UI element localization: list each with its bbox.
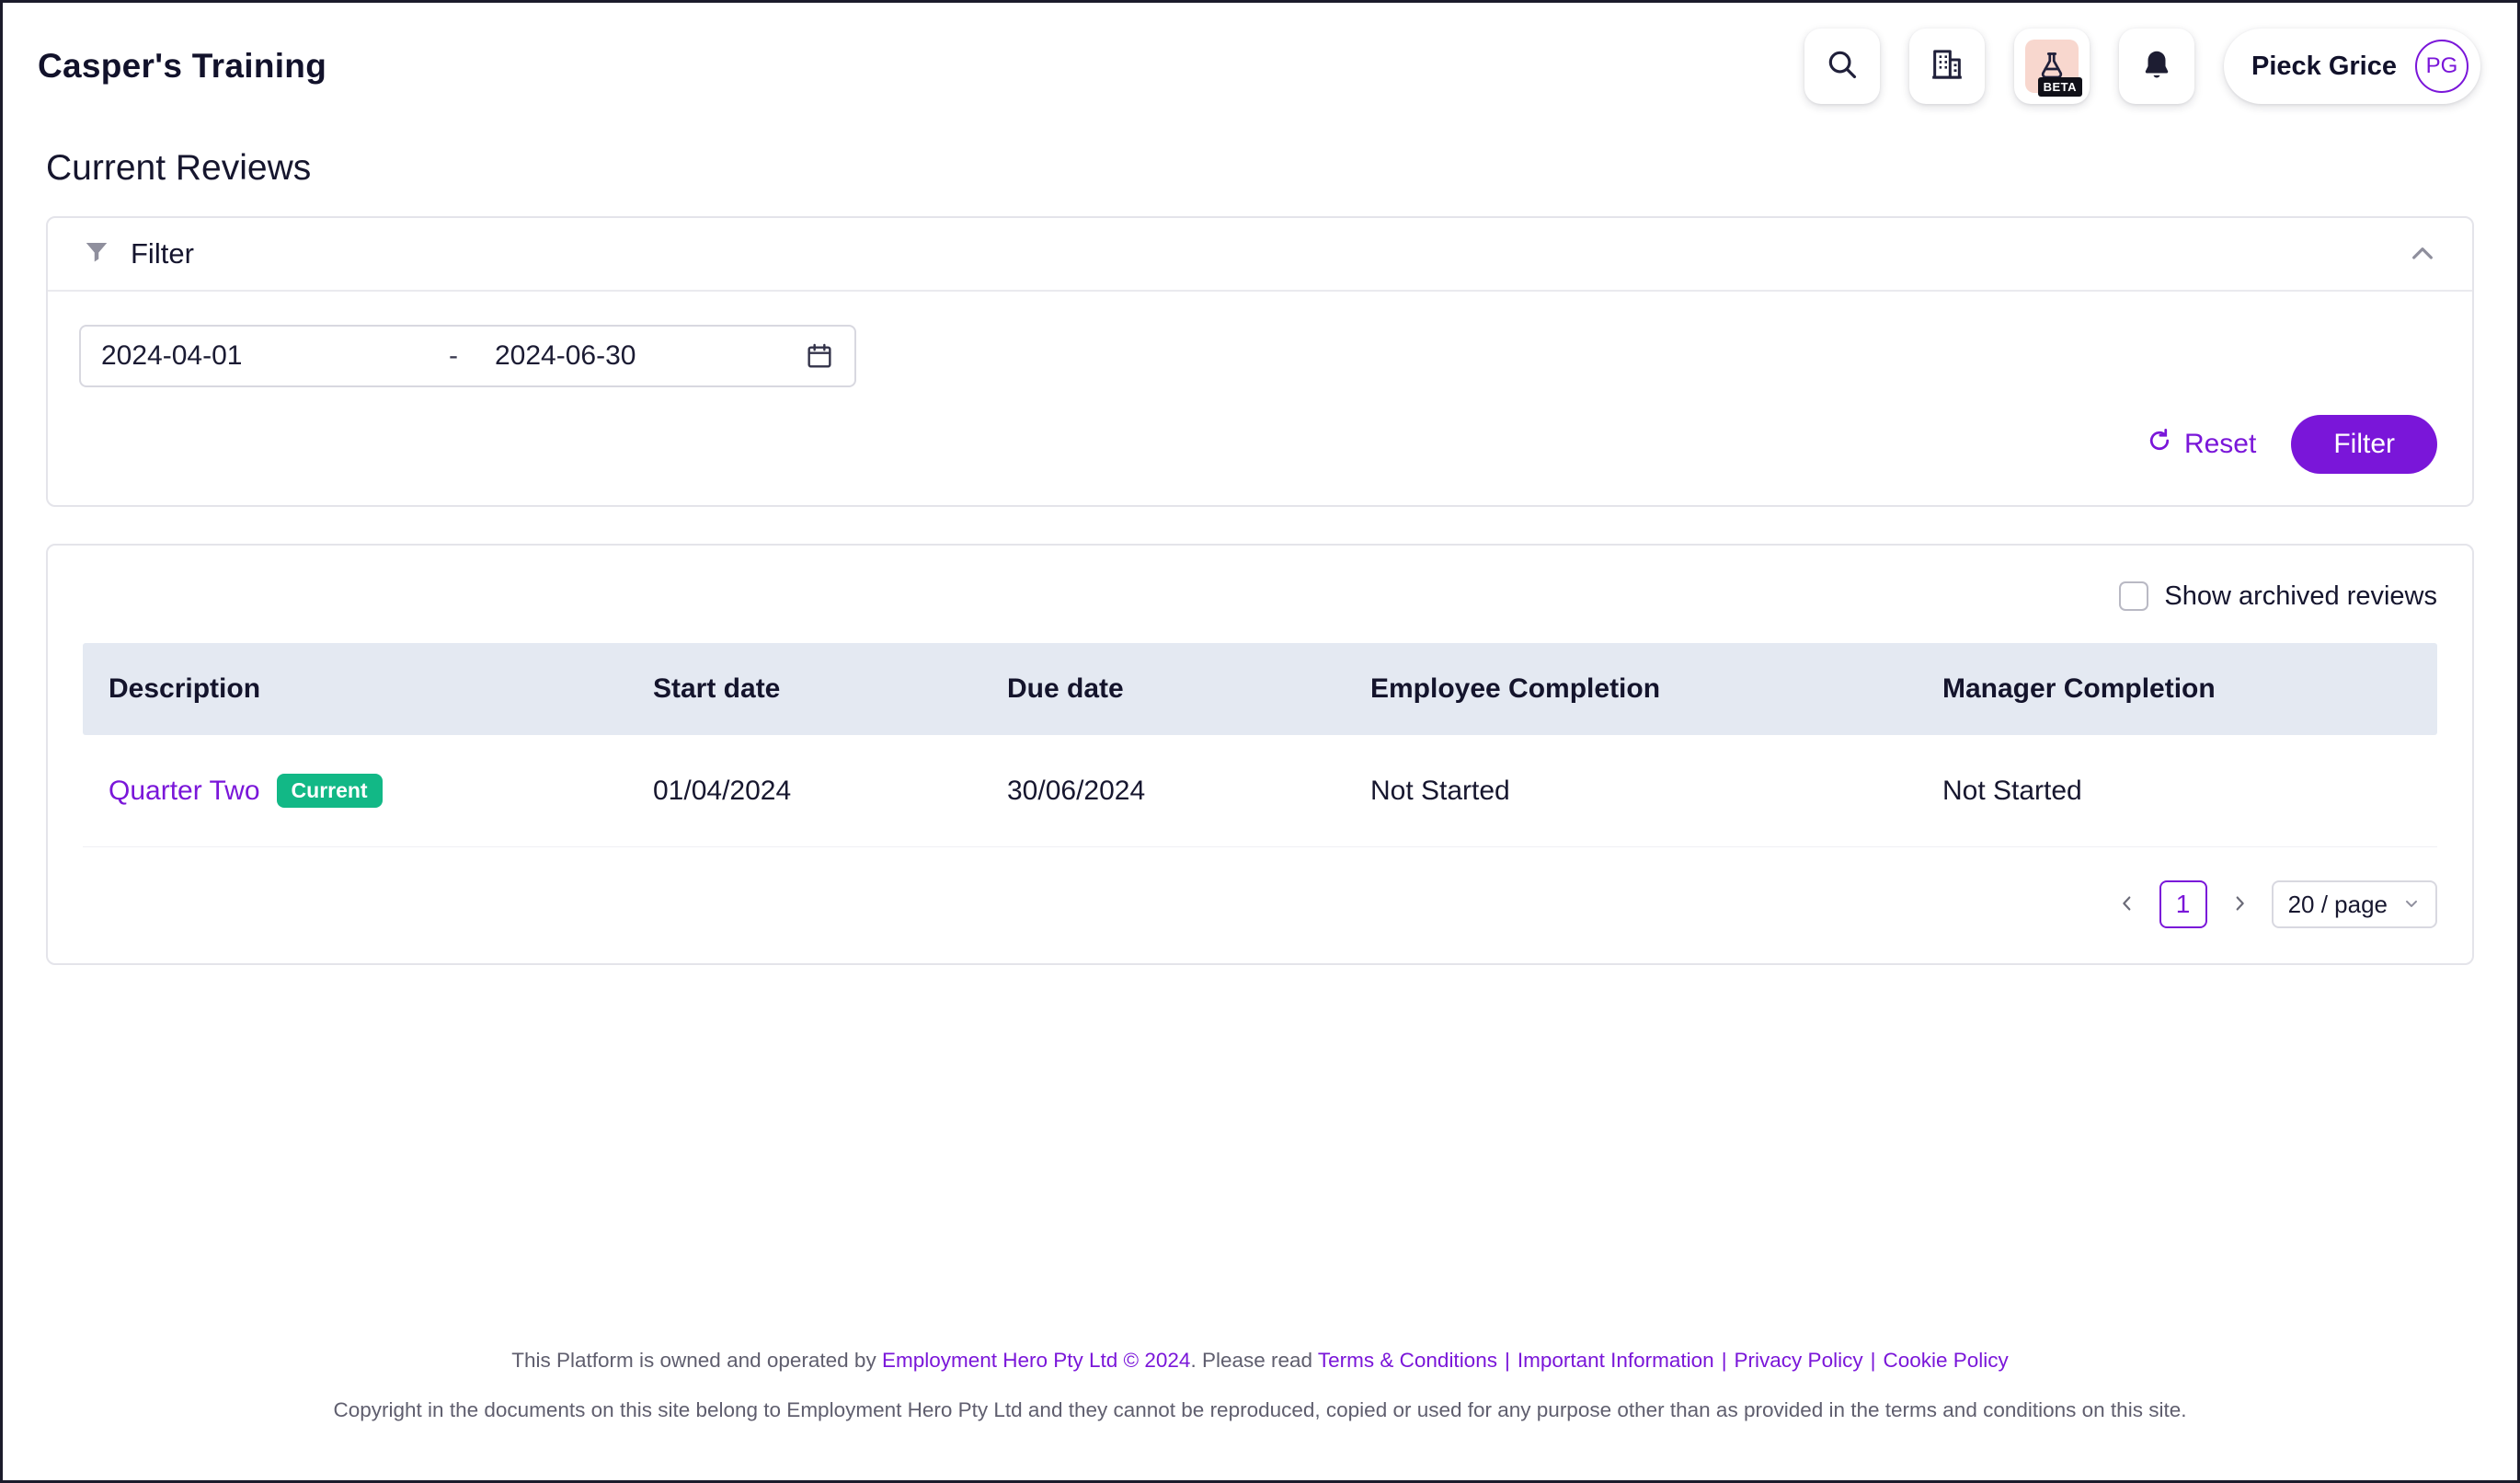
footer-separator: | [1871, 1349, 1876, 1372]
section-title: Current Reviews [46, 148, 2474, 189]
footer-text-prefix: This Platform is owned and operated by [511, 1349, 882, 1372]
page-size-value: 20 / page [2288, 891, 2388, 919]
status-badge: Current [277, 774, 383, 808]
review-due-date: 30/06/2024 [981, 776, 1345, 807]
main-content: Current Reviews Filter 2024-04-01 - 2024… [3, 148, 2517, 965]
column-header-due-date: Due date [981, 673, 1345, 705]
avatar: PG [2415, 40, 2468, 93]
date-range-input[interactable]: 2024-04-01 - 2024-06-30 [79, 325, 856, 387]
page-footer: This Platform is owned and operated by E… [3, 1347, 2517, 1425]
filter-actions: Reset Filter [79, 415, 2437, 474]
chevron-left-icon [2117, 893, 2137, 916]
prev-page-button[interactable] [2113, 890, 2141, 920]
review-description-cell: Quarter Two Current [83, 774, 627, 808]
footer-legal-line: This Platform is owned and operated by E… [40, 1347, 2480, 1374]
footer-separator: | [1505, 1349, 1510, 1372]
privacy-link[interactable]: Privacy Policy [1735, 1349, 1863, 1372]
current-page-button[interactable]: 1 [2159, 880, 2207, 928]
header-actions: BETA Pieck Grice PG [1804, 29, 2480, 104]
reset-icon [2146, 427, 2173, 462]
column-header-start-date: Start date [627, 673, 981, 705]
review-employee-completion: Not Started [1345, 776, 1917, 807]
filter-panel-body: 2024-04-01 - 2024-06-30 Reset Filter [48, 292, 2472, 505]
page-size-select[interactable]: 20 / page [2272, 880, 2437, 928]
filter-panel-header[interactable]: Filter [48, 218, 2472, 292]
important-info-link[interactable]: Important Information [1518, 1349, 1714, 1372]
organisation-button[interactable] [1909, 29, 1985, 104]
column-header-employee-completion: Employee Completion [1345, 673, 1917, 705]
footer-separator: | [1722, 1349, 1727, 1372]
reviews-table: Description Start date Due date Employee… [83, 643, 2437, 847]
show-archived-checkbox[interactable] [2119, 581, 2148, 611]
reset-label: Reset [2184, 429, 2256, 460]
search-button[interactable] [1804, 29, 1880, 104]
column-header-description: Description [83, 673, 627, 705]
notifications-button[interactable] [2119, 29, 2194, 104]
company-link[interactable]: Employment Hero Pty Ltd © 2024 [882, 1349, 1191, 1372]
next-page-button[interactable] [2226, 890, 2253, 920]
review-manager-completion: Not Started [1917, 776, 2437, 807]
notifications-bell-icon [2139, 47, 2174, 86]
chevron-up-icon [2408, 239, 2437, 269]
user-menu[interactable]: Pieck Grice PG [2224, 29, 2480, 104]
chevron-right-icon [2229, 893, 2250, 916]
terms-link[interactable]: Terms & Conditions [1318, 1349, 1497, 1372]
footer-copyright-line: Copyright in the documents on this site … [40, 1397, 2480, 1424]
date-to-value: 2024-06-30 [495, 340, 636, 372]
organisation-icon [1929, 46, 1965, 87]
date-from-value: 2024-04-01 [101, 340, 449, 372]
beta-features-button[interactable]: BETA [2014, 29, 2090, 104]
cookie-link[interactable]: Cookie Policy [1883, 1349, 2008, 1372]
show-archived-label: Show archived reviews [2164, 581, 2437, 612]
pagination: 1 20 / page [83, 880, 2437, 928]
calendar-icon [805, 341, 834, 371]
reviews-panel: Show archived reviews Description Start … [46, 544, 2474, 965]
filter-panel: Filter 2024-04-01 - 2024-06-30 Reset [46, 216, 2474, 507]
date-separator: - [449, 340, 458, 372]
reset-button[interactable]: Reset [2146, 427, 2256, 462]
filter-panel-title: Filter [131, 237, 194, 270]
review-start-date: 01/04/2024 [627, 776, 981, 807]
page-title: Casper's Training [38, 47, 326, 86]
top-bar: Casper's Training BETA Pieck Grice PG [3, 3, 2517, 126]
show-archived-toggle[interactable]: Show archived reviews [83, 577, 2437, 615]
chevron-down-icon [2402, 891, 2421, 919]
table-header-row: Description Start date Due date Employee… [83, 643, 2437, 735]
beta-badge: BETA [2038, 77, 2082, 97]
table-row: Quarter Two Current 01/04/2024 30/06/202… [83, 735, 2437, 847]
filter-funnel-icon [83, 238, 110, 270]
filter-button[interactable]: Filter [2291, 415, 2437, 474]
footer-text-mid: . Please read [1190, 1349, 1317, 1372]
search-icon [1825, 47, 1860, 86]
user-name: Pieck Grice [2251, 52, 2397, 82]
column-header-manager-completion: Manager Completion [1917, 673, 2437, 705]
review-link[interactable]: Quarter Two [109, 776, 260, 807]
